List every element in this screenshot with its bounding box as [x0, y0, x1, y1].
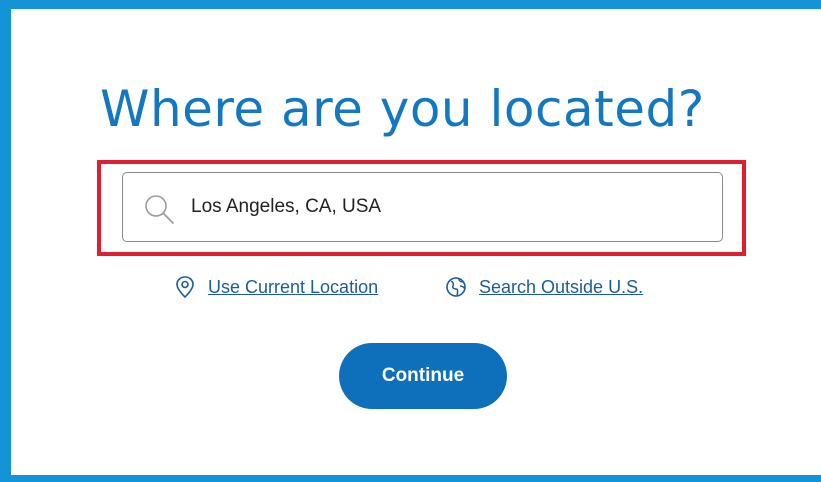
page-title: Where are you located? [100, 80, 705, 138]
search-outside-us-label: Search Outside U.S. [479, 276, 644, 297]
search-outside-us-link[interactable]: Search Outside U.S. [445, 273, 643, 301]
location-search-box[interactable] [122, 172, 723, 242]
search-icon [145, 195, 174, 224]
location-pin-icon [176, 276, 194, 299]
location-search-input[interactable] [191, 190, 691, 224]
use-current-location-label: Use Current Location [208, 276, 379, 297]
use-current-location-link[interactable]: Use Current Location [174, 273, 378, 301]
location-panel: Where are you located? Use Current Locat… [0, 0, 821, 482]
continue-button[interactable]: Continue [339, 343, 507, 409]
globe-icon [446, 277, 466, 297]
